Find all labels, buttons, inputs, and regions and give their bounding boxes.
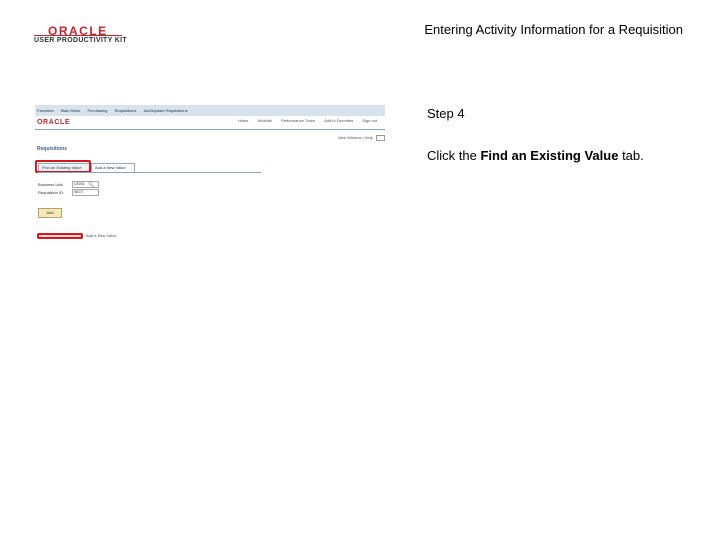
nav-item-purchasing[interactable]: Purchasing bbox=[88, 108, 108, 113]
add-button[interactable]: Add bbox=[38, 208, 62, 218]
tools-links[interactable]: New Window | Help bbox=[338, 135, 373, 140]
document-title: Entering Activity Information for a Requ… bbox=[424, 22, 683, 37]
requisition-id-label: Requisition ID: bbox=[38, 190, 65, 195]
customize-icon[interactable] bbox=[376, 135, 385, 141]
header-link-worklist[interactable]: Worklist bbox=[258, 118, 272, 123]
nav-item-add-update[interactable]: Add/Update Requisitions bbox=[144, 108, 188, 113]
page-title: Requisitions bbox=[37, 146, 68, 152]
tab-divider bbox=[38, 172, 261, 173]
header-link-sign-out[interactable]: Sign out bbox=[362, 118, 377, 123]
requisition-id-input[interactable]: NEXT bbox=[72, 189, 99, 196]
header-links: Home Worklist Performance Trace Add to F… bbox=[230, 118, 377, 123]
app-brand-logo: ORACLE bbox=[37, 119, 71, 126]
instruction-text: Click the Find an Existing Value tab. bbox=[427, 148, 644, 163]
logo-rule bbox=[34, 35, 122, 36]
nav-item-favorites[interactable]: Favorites bbox=[37, 108, 53, 113]
nav-item-requisitions[interactable]: Requisitions bbox=[115, 108, 137, 113]
business-unit-input[interactable]: US001 bbox=[72, 181, 99, 188]
instruction-target: Find an Existing Value bbox=[480, 148, 619, 163]
application-screenshot: Favorites Main Menu Purchasing Requisiti… bbox=[35, 105, 385, 245]
header-link-add-favorites[interactable]: Add to Favorites bbox=[324, 118, 353, 123]
instruction-prefix: Click the bbox=[427, 148, 481, 163]
nav-item-main-menu[interactable]: Main Menu bbox=[61, 108, 81, 113]
header-divider bbox=[35, 129, 385, 130]
bottom-link-highlight[interactable] bbox=[37, 233, 83, 239]
oracle-upk-logo: ORACLE USER PRODUCTIVITY KIT bbox=[34, 24, 127, 48]
top-navigation-bar: Favorites Main Menu Purchasing Requisiti… bbox=[35, 105, 385, 116]
page-tools: New Window | Help bbox=[338, 135, 385, 141]
instruction-suffix: tab. bbox=[618, 148, 644, 163]
lookup-icon[interactable]: 🔍︎ bbox=[88, 182, 94, 188]
header-link-performance-trace[interactable]: Performance Trace bbox=[281, 118, 315, 123]
bottom-add-link[interactable]: Add a New Value bbox=[86, 233, 117, 238]
upk-subtitle: USER PRODUCTIVITY KIT bbox=[34, 37, 127, 44]
header-link-home[interactable]: Home bbox=[238, 118, 249, 123]
step-label: Step 4 bbox=[427, 106, 465, 121]
business-unit-label: Business Unit: bbox=[38, 182, 64, 187]
